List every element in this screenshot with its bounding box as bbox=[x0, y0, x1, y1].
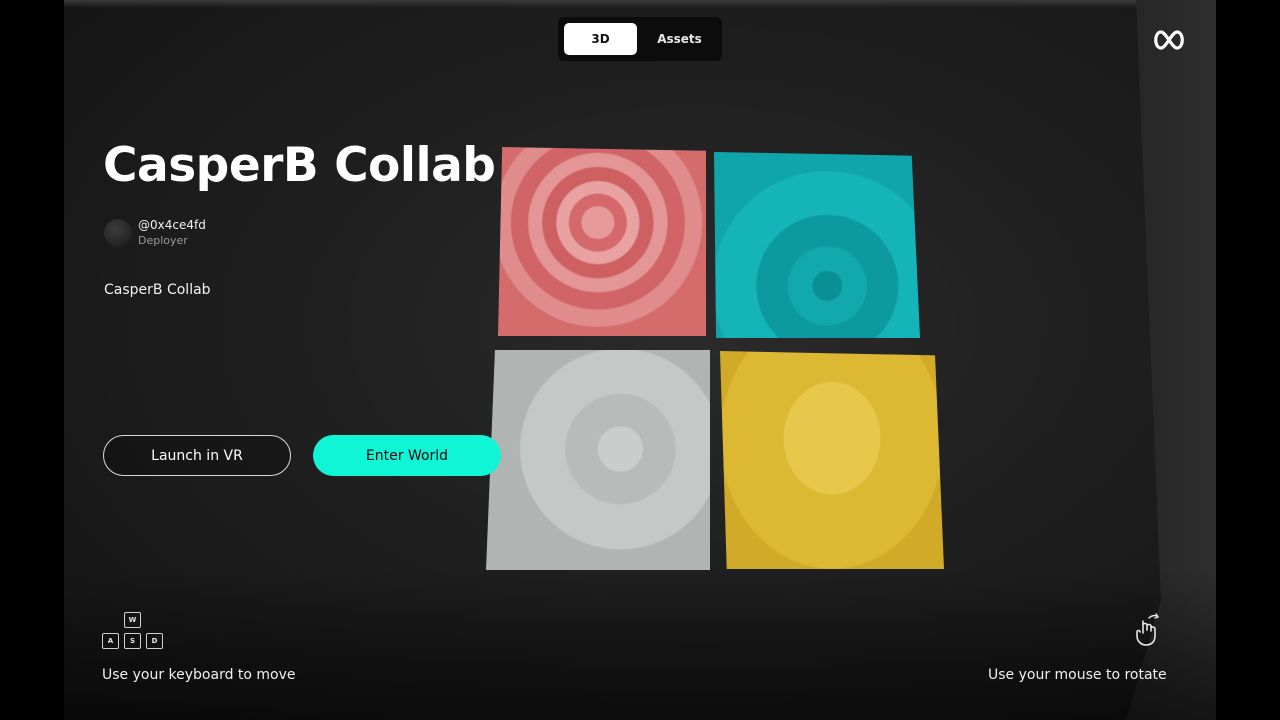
artwork-grey[interactable] bbox=[486, 350, 710, 570]
world-description: CasperB Collab bbox=[104, 282, 211, 298]
artwork-teal[interactable] bbox=[714, 152, 920, 338]
view-tabs: 3D Assets bbox=[558, 17, 722, 61]
floor-shadow bbox=[64, 570, 1216, 720]
tab-assets[interactable]: Assets bbox=[643, 23, 716, 55]
mouse-hint: Use your mouse to rotate bbox=[988, 667, 1167, 683]
enter-world-button[interactable]: Enter World bbox=[313, 435, 501, 476]
avatar[interactable] bbox=[104, 219, 132, 247]
keyboard-hint: Use your keyboard to move bbox=[102, 667, 296, 683]
tab-3d[interactable]: 3D bbox=[564, 23, 637, 55]
key-d: D bbox=[146, 633, 163, 649]
world-title: CasperB Collab bbox=[103, 138, 496, 193]
artwork-red-rose[interactable] bbox=[498, 147, 706, 336]
key-a: A bbox=[102, 633, 119, 649]
key-s: S bbox=[124, 633, 141, 649]
author-info[interactable]: @0x4ce4fd Deployer bbox=[104, 218, 206, 248]
launch-vr-button[interactable]: Launch in VR bbox=[103, 435, 291, 476]
ceiling-edge bbox=[64, 0, 1216, 8]
author-role: Deployer bbox=[138, 234, 188, 247]
wasd-keys-icon: W A S D bbox=[102, 612, 164, 652]
author-handle[interactable]: @0x4ce4fd bbox=[138, 218, 206, 233]
infinity-icon[interactable] bbox=[1151, 28, 1187, 52]
key-w: W bbox=[124, 612, 141, 628]
artwork-yellow[interactable] bbox=[720, 351, 944, 569]
mouse-hand-icon bbox=[1136, 613, 1160, 646]
